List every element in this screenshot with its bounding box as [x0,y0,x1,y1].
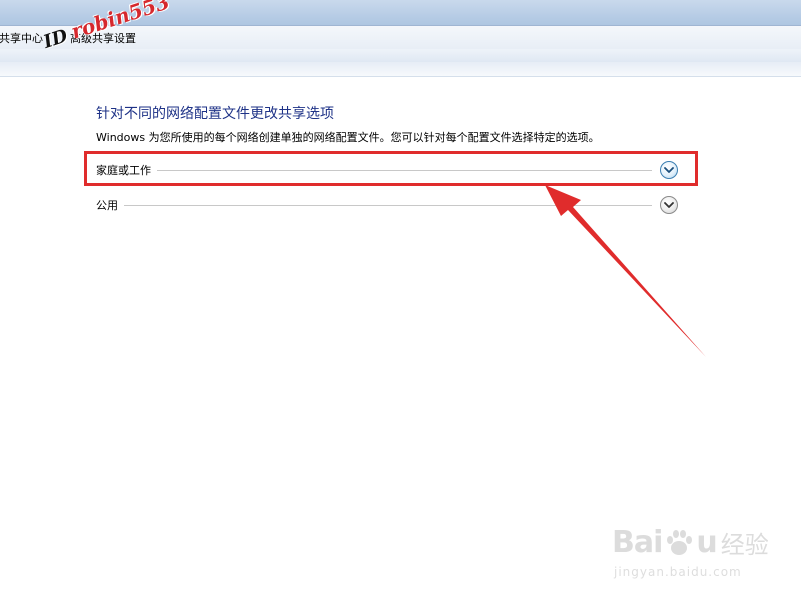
expand-public-button[interactable] [660,196,678,214]
baidu-watermark: Bai u 经验 jingyan.baidu.com [612,515,792,585]
title-bar [0,0,801,25]
breadcrumb-chevron-icon[interactable] [55,34,59,42]
breadcrumb-item-sharing-center[interactable]: 共享中心 [0,30,45,46]
chevron-down-icon [664,202,674,208]
annotation-arrow [545,185,706,357]
chevron-down-icon [664,167,674,173]
section-divider [157,169,652,171]
toolbar-divider [0,62,801,77]
breadcrumb: 共享中心 高级共享设置 [0,30,138,46]
expand-home-or-work-button[interactable] [660,161,678,179]
page-title: 针对不同的网络配置文件更改共享选项 [96,106,334,122]
breadcrumb-item-advanced-sharing[interactable]: 高级共享设置 [68,30,138,46]
baidu-brand-cn: 经验 [720,531,769,559]
section-label: 家庭或工作 [96,164,151,177]
section-public[interactable]: 公用 [96,195,678,215]
baidu-brand-left: Bai [612,525,663,560]
toolbar [0,49,801,62]
section-home-or-work[interactable]: 家庭或工作 [96,160,678,180]
section-divider [124,204,652,206]
paw-icon [667,529,693,555]
baidu-brand-right: u [696,525,717,560]
baidu-url: jingyan.baidu.com [614,565,742,579]
section-label: 公用 [96,199,118,212]
address-bar[interactable]: 共享中心 高级共享设置 [0,25,801,50]
page-description: Windows 为您所使用的每个网络创建单独的网络配置文件。您可以针对每个配置文… [96,131,600,144]
advanced-sharing-settings-window: 共享中心 高级共享设置 ID robin553 针对不同的网络配置文件更改共享选… [0,0,801,601]
